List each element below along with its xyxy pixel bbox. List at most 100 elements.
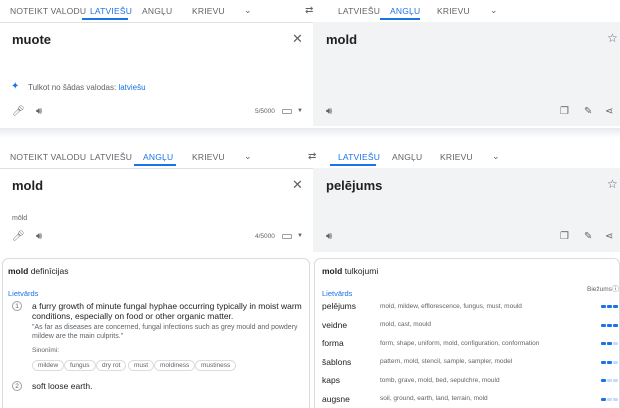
speaker-icon[interactable]: 🔊︎ (326, 231, 332, 242)
sparkle-icon: ✦ (11, 81, 20, 92)
definitions-title: mold definīcijas (8, 266, 69, 276)
chevron-down-icon[interactable]: ▼ (297, 233, 303, 239)
frequency-segment (613, 379, 618, 382)
translations-title: mold tulkojumi (322, 266, 378, 276)
frequency-segment (613, 323, 618, 327)
translation-synonyms: mold, mildew, efflorescence, fungus, mus… (380, 302, 522, 310)
speaker-icon[interactable]: 🔊︎ (326, 106, 332, 117)
synonyms-label: Sinonīmi: (32, 347, 60, 354)
translation-word[interactable]: augsne (322, 394, 350, 404)
share-icon[interactable]: ⋖ (605, 231, 613, 242)
translation-word[interactable]: kaps (322, 375, 340, 385)
tab-latvian-target[interactable]: LATVIEŠU (338, 6, 380, 16)
translation-synonyms: mold, cast, mould (380, 321, 431, 328)
synonym-chip[interactable]: moldiness (154, 360, 196, 371)
definition-number: 2 (12, 381, 22, 391)
part-of-speech: Lietvārds (8, 289, 39, 298)
edit-icon[interactable]: ✎ (584, 231, 592, 242)
translation-word[interactable]: pelējums (322, 301, 356, 311)
swap-languages-icon[interactable]: ⇄ (305, 5, 313, 16)
translations-card (314, 258, 620, 408)
frequency-segment (607, 305, 612, 308)
translation-text: pelējums (326, 178, 383, 193)
active-tab-indicator (330, 164, 376, 166)
tab-latvian-target[interactable]: LATVIEŠU (338, 152, 380, 162)
example-line: "As far as diseases are concerned, funga… (32, 324, 298, 331)
detect-language-link[interactable]: latviešu (118, 83, 145, 92)
translation-text: mold (326, 32, 358, 47)
chevron-down-icon[interactable]: ⌄ (492, 151, 500, 162)
frequency-segment (601, 323, 606, 327)
synonym-chip[interactable]: mildew (32, 360, 65, 371)
frequency-segment (607, 397, 612, 401)
definition-example: "As far as diseases are concerned, funga… (32, 323, 298, 341)
tab-latvian-source[interactable]: LATVIEŠU (90, 6, 132, 16)
definition-line: a furry growth of minute fungal hyphae o… (32, 301, 302, 311)
definitions-suffix: definīcijas (30, 266, 69, 276)
close-icon[interactable]: ✕ (292, 177, 303, 193)
translation-word[interactable]: veidne (322, 320, 347, 330)
synonym-chip[interactable]: must (128, 360, 155, 371)
translations-word: mold (322, 266, 343, 276)
translation-word[interactable]: šablons (322, 357, 351, 367)
frequency-segment (607, 379, 612, 382)
star-icon[interactable]: ☆ (607, 31, 618, 45)
frequency-segment (601, 342, 606, 345)
char-count: 4/5000 (255, 233, 275, 240)
definitions-word: mold (8, 266, 29, 276)
tab-russian-target[interactable]: KRIEVU (437, 6, 470, 16)
frequency-segment (613, 342, 618, 345)
part-of-speech: Lietvārds (322, 289, 353, 298)
source-panel-border (0, 168, 313, 169)
copy-icon[interactable]: ❐ (560, 231, 569, 242)
frequency-segment (607, 342, 612, 345)
active-tab-indicator (380, 18, 420, 20)
tab-russian-source[interactable]: KRIEVU (192, 6, 225, 16)
star-icon[interactable]: ☆ (607, 177, 618, 191)
detect-language-suggestion: Tulkot no šādas valodas: latviešu (28, 83, 146, 92)
tab-detect-language[interactable]: NOTEIKT VALODU (10, 6, 86, 16)
translation-synonyms: form, shape, uniform, mold, configuratio… (380, 339, 540, 347)
tab-english-source[interactable]: ANGĻU (143, 152, 173, 162)
frequency-segment (613, 305, 618, 308)
synonym-chip[interactable]: mustiness (195, 360, 237, 371)
copy-icon[interactable]: ❐ (560, 106, 569, 117)
active-tab-indicator (134, 164, 176, 166)
frequency-segment (607, 323, 612, 327)
tab-english-target[interactable]: ANGĻU (392, 152, 422, 162)
synonym-chip[interactable]: fungus (64, 360, 96, 371)
source-text[interactable]: muote (12, 32, 51, 47)
edit-icon[interactable]: ✎ (584, 106, 592, 117)
transliteration: mōld (12, 215, 28, 222)
chevron-down-icon[interactable]: ⌄ (244, 151, 252, 162)
tab-russian-source[interactable]: KRIEVU (192, 152, 225, 162)
definition-number: 1 (12, 301, 22, 311)
info-icon[interactable]: ⓘ (612, 284, 619, 294)
source-text[interactable]: mold (12, 178, 43, 193)
speaker-icon[interactable]: 🔊︎ (36, 106, 42, 117)
swap-languages-icon[interactable]: ⇄ (308, 151, 316, 162)
chevron-down-icon[interactable]: ▼ (297, 108, 303, 114)
source-panel-border (0, 22, 313, 23)
microphone-icon[interactable]: 🎤︎ (12, 106, 25, 117)
target-panel (313, 22, 620, 126)
chevron-down-icon[interactable]: ⌄ (244, 5, 252, 16)
share-icon[interactable]: ⋖ (605, 106, 613, 117)
tab-latvian-source[interactable]: LATVIEŠU (90, 152, 132, 162)
translation-word[interactable]: forma (322, 338, 344, 348)
tab-english-target[interactable]: ANGĻU (390, 6, 420, 16)
example-line: mildew are the main culprits." (32, 333, 124, 340)
tab-detect-language[interactable]: NOTEIKT VALODU (10, 152, 86, 162)
microphone-icon[interactable]: 🎤︎ (12, 231, 25, 242)
tab-russian-target[interactable]: KRIEVU (440, 152, 473, 162)
frequency-segment (601, 360, 606, 364)
tab-english-source[interactable]: ANGĻU (142, 6, 172, 16)
synonym-chip[interactable]: dry rot (96, 360, 127, 371)
close-icon[interactable]: ✕ (292, 31, 303, 47)
keyboard-icon[interactable] (282, 234, 292, 239)
translations-suffix: tulkojumi (344, 266, 379, 276)
char-count: 5/5000 (255, 108, 275, 115)
keyboard-icon[interactable] (282, 109, 292, 114)
chevron-down-icon[interactable]: ⌄ (490, 5, 498, 16)
speaker-icon[interactable]: 🔊︎ (36, 231, 42, 242)
